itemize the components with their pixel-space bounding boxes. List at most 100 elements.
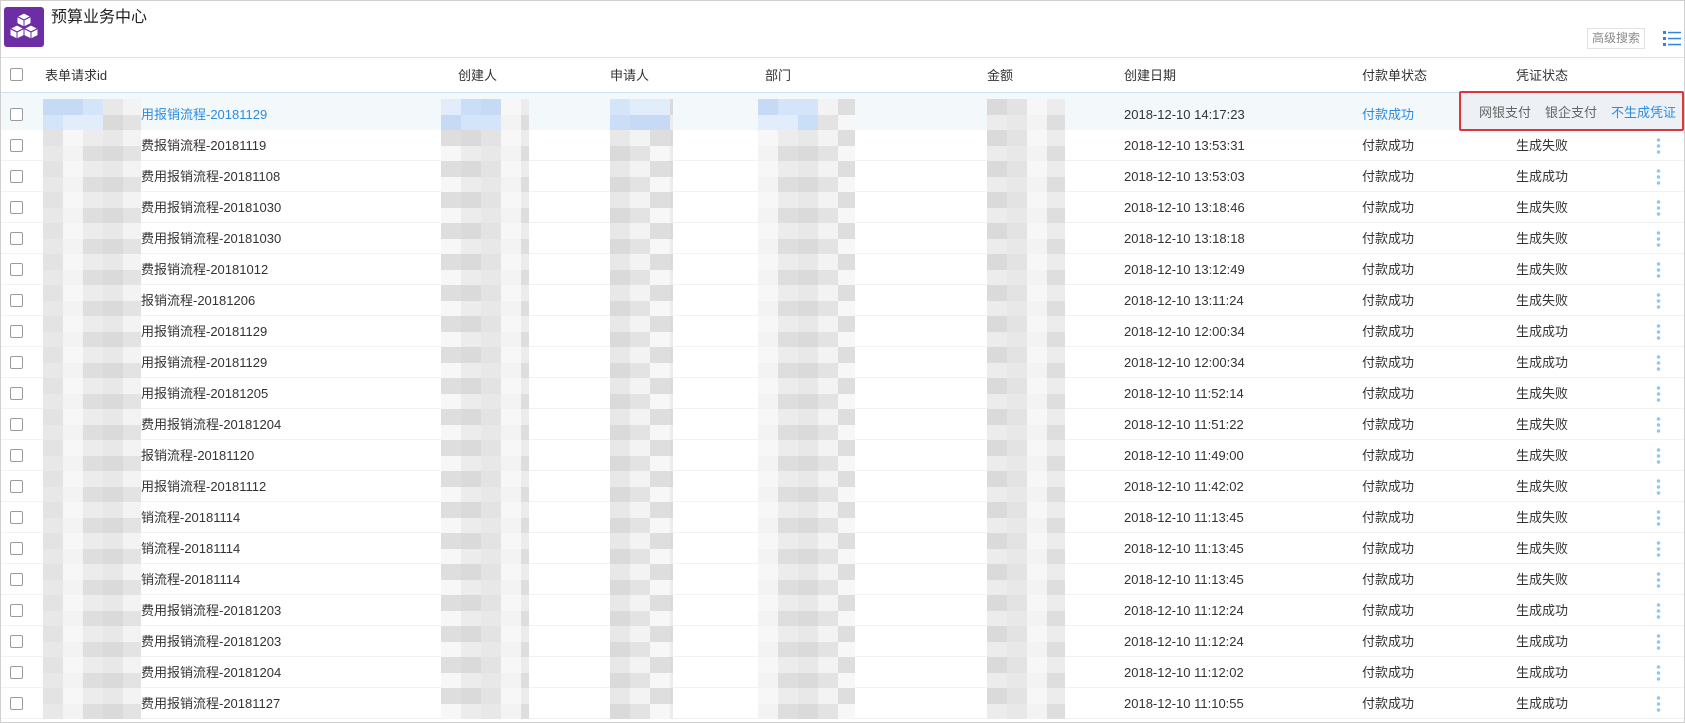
more-vertical-icon[interactable] [1656,137,1661,154]
row-checkbox[interactable] [10,480,23,493]
row-checkbox[interactable] [10,666,23,679]
table-row[interactable]: 费报销流程-20181012 2018-12-10 13:12:49 付款成功 生成失… [1,254,1684,285]
more-vertical-icon[interactable] [1656,323,1661,340]
row-checkbox[interactable] [10,604,23,617]
row-checkbox[interactable] [10,697,23,710]
advanced-search-button[interactable]: 高级搜索 [1587,28,1645,49]
table-row[interactable]: 用报销流程-20181129 2018-12-10 12:00:34 付款成功 生成成… [1,316,1684,347]
more-vertical-icon[interactable] [1656,509,1661,526]
more-vertical-icon[interactable] [1656,168,1661,185]
request-id-link[interactable]: 用报销流程-20181129 [141,99,267,130]
row-checkbox[interactable] [10,356,23,369]
row-checkbox[interactable] [10,201,23,214]
select-all-checkbox[interactable] [10,68,23,81]
skip-voucher-button[interactable]: 不生成凭证 [1611,102,1676,121]
row-checkbox[interactable] [10,387,23,400]
more-vertical-icon[interactable] [1656,292,1661,309]
bank-enterprise-pay-button[interactable]: 银企支付 [1545,102,1597,121]
table-row[interactable]: 用报销流程-20181205 2018-12-10 11:52:14 付款成功 生成失… [1,378,1684,409]
column-header-department[interactable]: 部门 [765,58,791,93]
row-checkbox[interactable] [10,294,23,307]
cubes-icon[interactable] [4,7,44,47]
request-id-link[interactable]: 费用报销流程-20181203 [141,595,281,626]
more-vertical-icon[interactable] [1656,385,1661,402]
row-checkbox[interactable] [10,108,23,121]
request-id-link[interactable]: 用报销流程-20181129 [141,316,267,347]
column-header-applicant[interactable]: 申请人 [610,58,649,93]
table-row[interactable]: 用报销流程-20181112 2018-12-10 11:42:02 付款成功 生成失… [1,471,1684,502]
request-id-link[interactable]: 费用报销流程-20181203 [141,626,281,657]
row-checkbox[interactable] [10,139,23,152]
row-checkbox[interactable] [10,232,23,245]
table-row[interactable]: 用报销流程-20181129 2018-12-10 14:17:23 付款成功 [1,93,1684,130]
more-vertical-icon[interactable] [1656,602,1661,619]
mosaic-tile [778,223,798,239]
column-header-amount[interactable]: 金额 [987,58,1013,93]
row-checkbox[interactable] [10,542,23,555]
more-vertical-icon[interactable] [1656,354,1661,371]
row-checkbox[interactable] [10,263,23,276]
row-checkbox[interactable] [10,170,23,183]
row-checkbox[interactable] [10,325,23,338]
request-id-link[interactable]: 销流程-20181114 [141,564,240,595]
row-checkbox[interactable] [10,573,23,586]
table-row[interactable]: 费用报销流程-20181030 2018-12-10 13:18:18 付款成功 生成… [1,223,1684,254]
more-vertical-icon[interactable] [1656,416,1661,433]
request-id-link[interactable]: 费用报销流程-20181030 [141,223,281,254]
row-checkbox[interactable] [10,418,23,431]
row-checkbox[interactable] [10,449,23,462]
mosaic-tile [1027,254,1047,270]
table-row[interactable]: 销流程-20181114 2018-12-10 11:13:45 付款成功 生成失败 [1,533,1684,564]
more-vertical-icon[interactable] [1656,199,1661,216]
table-row[interactable]: 报销流程-20181206 2018-12-10 13:11:24 付款成功 生成失败 [1,285,1684,316]
request-id-link[interactable]: 用报销流程-20181205 [141,378,268,409]
request-id-link[interactable]: 费报销流程-20181119 [141,130,266,161]
mosaic-tile [758,254,778,270]
more-vertical-icon[interactable] [1656,571,1661,588]
column-header-created-date[interactable]: 创建日期 [1124,58,1176,93]
request-id-link[interactable]: 费用报销流程-20181108 [141,161,280,192]
request-id-link[interactable]: 报销流程-20181120 [141,440,254,471]
table-row[interactable]: 报销流程-20181120 2018-12-10 11:49:00 付款成功 生成失败 [1,440,1684,471]
request-id-link[interactable]: 用报销流程-20181129 [141,347,267,378]
column-header-voucher-status[interactable]: 凭证状态 [1516,58,1568,93]
more-vertical-icon[interactable] [1656,478,1661,495]
more-vertical-icon[interactable] [1656,261,1661,278]
more-vertical-icon[interactable] [1656,664,1661,681]
more-vertical-icon[interactable] [1656,633,1661,650]
more-vertical-icon[interactable] [1656,540,1661,557]
table-row[interactable]: 费用报销流程-20181127 2018-12-10 11:10:55 付款成功 生成… [1,688,1684,719]
request-id-link[interactable]: 费用报销流程-20181127 [141,688,280,719]
request-id-link[interactable]: 用报销流程-20181112 [141,471,266,502]
table-row[interactable]: 费报销流程-20181119 2018-12-10 13:53:31 付款成功 生成失… [1,130,1684,161]
row-checkbox[interactable] [10,511,23,524]
column-header-request-id[interactable]: 表单请求id [45,58,107,93]
table-row[interactable]: 费用报销流程-20181108 2018-12-10 13:53:03 付款成功 生成… [1,161,1684,192]
table-row[interactable]: 费用报销流程-20181204 2018-12-10 11:51:22 付款成功 生成… [1,409,1684,440]
table-row[interactable]: 费用报销流程-20181203 2018-12-10 11:12:24 付款成功 生成… [1,595,1684,626]
column-header-payment-status[interactable]: 付款单状态 [1362,58,1427,93]
more-vertical-icon[interactable] [1656,447,1661,464]
mosaic-tile [838,688,855,704]
table-row[interactable]: 费用报销流程-20181030 2018-12-10 13:18:46 付款成功 生成… [1,192,1684,223]
online-bank-pay-button[interactable]: 网银支付 [1479,102,1531,121]
mosaic-tile [798,331,818,347]
more-vertical-icon[interactable] [1656,695,1661,712]
table-row[interactable]: 用报销流程-20181129 2018-12-10 12:00:34 付款成功 生成成… [1,347,1684,378]
column-header-creator[interactable]: 创建人 [458,58,497,93]
request-id-link[interactable]: 费用报销流程-20181204 [141,657,281,688]
request-id-link[interactable]: 报销流程-20181206 [141,285,255,316]
row-checkbox[interactable] [10,635,23,648]
request-id-link[interactable]: 费报销流程-20181012 [141,254,268,285]
table-row[interactable]: 费用报销流程-20181203 2018-12-10 11:12:24 付款成功 生成… [1,626,1684,657]
request-id-link[interactable]: 销流程-20181114 [141,502,240,533]
table-row[interactable]: 费用报销流程-20181204 2018-12-10 11:12:02 付款成功 生成… [1,657,1684,688]
mosaic-tile [1027,595,1047,611]
list-view-icon[interactable] [1663,30,1681,46]
request-id-link[interactable]: 费用报销流程-20181204 [141,409,281,440]
more-vertical-icon[interactable] [1656,230,1661,247]
request-id-link[interactable]: 销流程-20181114 [141,533,240,564]
table-row[interactable]: 销流程-20181114 2018-12-10 11:13:45 付款成功 生成失败 [1,502,1684,533]
request-id-link[interactable]: 费用报销流程-20181030 [141,192,281,223]
table-row[interactable]: 销流程-20181114 2018-12-10 11:13:45 付款成功 生成失败 [1,564,1684,595]
